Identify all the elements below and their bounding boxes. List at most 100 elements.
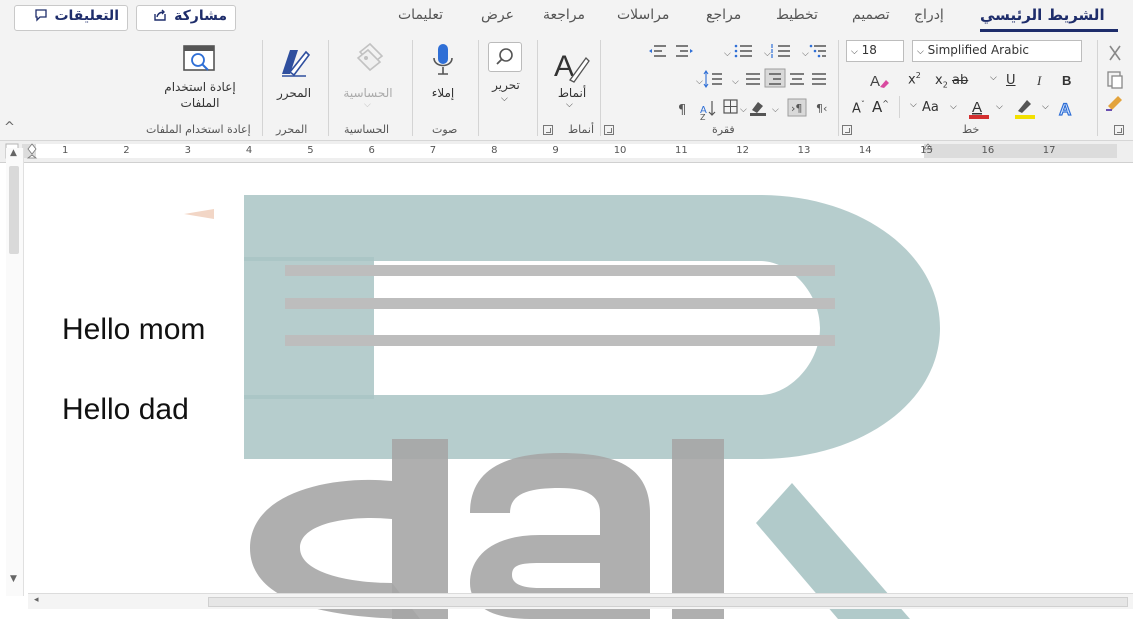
chevron-down-icon: ⌵ (364, 100, 371, 110)
separator (328, 40, 329, 136)
highlight-color-icon[interactable] (1012, 96, 1038, 120)
ruler-number: 4 (245, 145, 253, 156)
microphone-icon[interactable] (430, 42, 456, 82)
svg-text:⌵: ⌵ (732, 77, 739, 87)
ruler-number: 7 (429, 145, 437, 156)
horizontal-ruler[interactable]: ◂ 1234567891011121314151617 (0, 141, 1133, 163)
subscript-icon[interactable]: x2 (935, 73, 948, 90)
tab-insert[interactable]: إدراج (914, 7, 944, 23)
document-paragraph[interactable]: Hello dad (62, 393, 189, 427)
ribbon-tabs: الشريط الرئيسي إدراج تصميم تخطيط مراجع م… (0, 0, 1133, 36)
ruler-number: 14 (858, 145, 872, 156)
reuse-files-icon[interactable] (180, 42, 220, 76)
share-label: مشاركة (174, 8, 227, 24)
ruler-number: 17 (1042, 145, 1056, 156)
ruler-number: 11 (675, 145, 688, 156)
watermark-logo (184, 195, 940, 619)
svg-text:›¶: ›¶ (791, 102, 802, 115)
collapse-ribbon-icon[interactable]: ^ (4, 120, 15, 135)
styles-dialog-launcher[interactable] (543, 125, 553, 135)
active-tab-indicator (980, 29, 1118, 32)
clipboard-icons[interactable] (1104, 42, 1126, 122)
styles-button-label: أنماط (557, 86, 587, 100)
separator (899, 96, 900, 118)
ruler-number: 12 (736, 145, 750, 156)
svg-text:⌵: ⌵ (764, 49, 771, 59)
tab-help[interactable]: تعليمات (398, 7, 443, 23)
document-canvas[interactable]: Hello mom Hello dad (0, 163, 1133, 619)
share-button[interactable]: مشاركة (136, 5, 236, 31)
styles-icon[interactable]: A (552, 46, 592, 86)
editor-button-label[interactable]: المحرر (270, 86, 318, 100)
italic-icon[interactable]: I (1037, 73, 1041, 89)
document-paragraph[interactable]: Hello mom (62, 313, 205, 347)
horizontal-scrollbar[interactable]: ◂ (28, 593, 1133, 609)
scroll-up-icon[interactable]: ▲ (10, 148, 17, 158)
clipboard-dialog-launcher[interactable] (1114, 125, 1124, 135)
ruler-number: 5 (307, 145, 314, 156)
tab-view[interactable]: عرض (481, 7, 514, 23)
font-name-select[interactable]: ⌵ Simplified Arabic (912, 40, 1082, 62)
reuse-files-label-line2[interactable]: الملفات (150, 96, 250, 110)
scrollbar-thumb[interactable] (208, 597, 1128, 607)
font-dialog-launcher[interactable] (842, 125, 852, 135)
strikethrough-icon[interactable]: ab (952, 73, 968, 88)
chevron-down-icon[interactable]: ⌵ (1042, 102, 1049, 112)
chevron-down-icon[interactable]: ⌵ (950, 102, 957, 112)
scrollbar-thumb[interactable] (9, 166, 19, 254)
tab-layout[interactable]: تخطيط (776, 7, 818, 23)
superscript-icon[interactable]: x2 (908, 71, 921, 87)
font-size-value: 18 (861, 43, 877, 57)
font-group-label: خط (962, 123, 980, 136)
tab-review[interactable]: مراجعة (543, 7, 585, 23)
tab-mailings[interactable]: مراسلات (617, 7, 669, 23)
bullet-list-icon (734, 44, 752, 58)
bold-icon[interactable]: B (1062, 73, 1071, 88)
chevron-down-icon[interactable]: ⌵ (990, 73, 997, 83)
font-size-select[interactable]: ⌵ 18 (846, 40, 904, 62)
paragraph-buttons[interactable]: ⌵ ⌵ ⌵ ⌵ ⌵ ¶‹ ›¶ ⌵ ⌵ A Z ¶ (640, 40, 834, 120)
tab-references[interactable]: مراجع (706, 7, 741, 23)
ruler-number: 9 (552, 145, 559, 156)
separator (262, 40, 263, 136)
increase-font-size-icon[interactable]: A^ (872, 98, 889, 116)
clear-formatting-icon[interactable]: A (868, 71, 890, 91)
change-case-icon[interactable]: Aa (922, 100, 939, 115)
separator (412, 40, 413, 136)
vertical-scrollbar[interactable]: ▼ ▲ (6, 148, 24, 596)
ribbon: ⌵ Simplified Arabic ⌵ 18 B I U ⌵ ab x2 x… (0, 36, 1133, 141)
ruler-number: 10 (613, 145, 627, 156)
chevron-down-icon[interactable]: ⌵ (996, 102, 1003, 112)
ruler-number: 6 (368, 145, 375, 156)
editor-icon[interactable] (276, 42, 312, 80)
chevron-down-icon[interactable]: ⌵ (501, 94, 508, 104)
svg-text:⌵: ⌵ (696, 77, 703, 87)
tab-design[interactable]: تصميم (852, 7, 890, 23)
separator (537, 40, 538, 136)
text-effects-icon[interactable]: A (1056, 98, 1080, 120)
decrease-font-size-icon[interactable]: Aˇ (852, 100, 865, 116)
chevron-down-icon[interactable]: ⌵ (910, 100, 917, 110)
voice-group-label: صوت (432, 123, 458, 136)
search-icon (496, 48, 513, 65)
editing-button[interactable] (488, 42, 522, 72)
reuse-files-label-line1[interactable]: إعادة استخدام (150, 80, 250, 94)
tab-home[interactable]: الشريط الرئيسي (980, 6, 1105, 24)
dictate-button-label[interactable]: إملاء (420, 86, 466, 100)
ruler-number: 13 (797, 145, 811, 156)
chevron-down-icon: ⌵ (917, 47, 924, 57)
reuse-files-group-label: إعادة استخدام الملفات (146, 123, 251, 136)
ruler-number: 3 (184, 145, 191, 156)
direction-sort-border-icons: ¶‹ ›¶ ⌵ ⌵ A Z ¶ (678, 98, 827, 120)
chevron-down-icon[interactable]: ⌵ (566, 100, 573, 110)
underline-icon[interactable]: U (1006, 73, 1016, 88)
paragraph-dialog-launcher[interactable] (604, 125, 614, 135)
scroll-down-icon[interactable]: ▼ (10, 574, 17, 584)
ruler-ticks: ◂ (5, 143, 1117, 159)
svg-text:⌵: ⌵ (724, 49, 731, 59)
scroll-left-icon[interactable]: ◂ (34, 595, 39, 605)
ruler-number: 1 (62, 145, 69, 156)
font-color-icon[interactable]: A (966, 96, 992, 120)
svg-text:⌵: ⌵ (802, 49, 809, 59)
comments-button[interactable]: التعليقات (14, 5, 128, 31)
